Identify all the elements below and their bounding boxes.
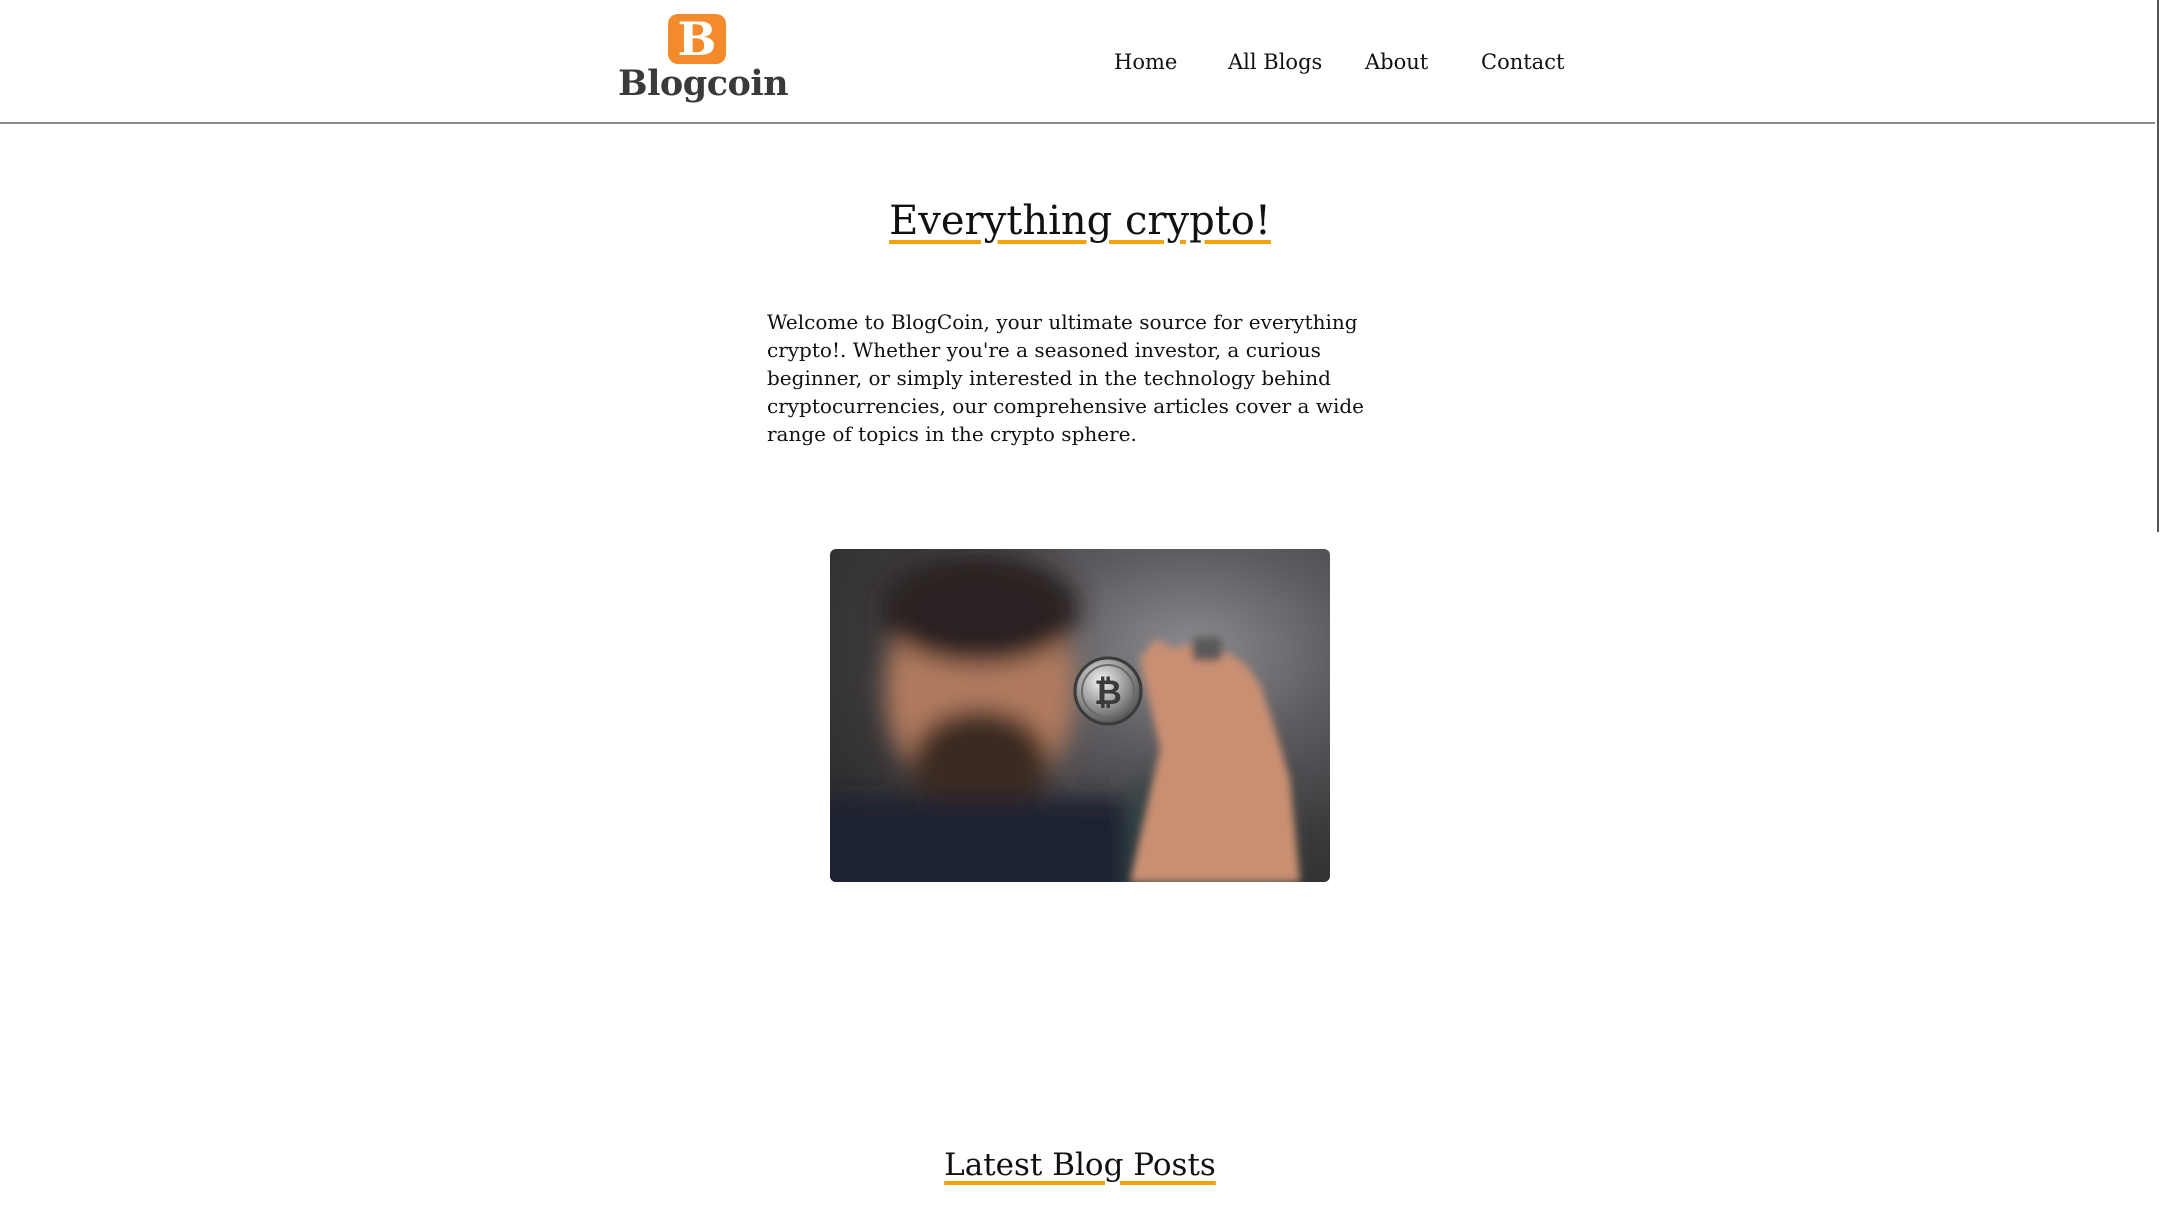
hero-image: ₿ (830, 549, 1330, 882)
scrollbar-thumb[interactable] (2157, 0, 2159, 532)
hero-title: Everything crypto! (0, 192, 2160, 250)
site-header: B Blogcoin Home All Blogs About Contact (0, 0, 2155, 124)
hand (1130, 637, 1300, 882)
logo-wordmark: Blogcoin (618, 63, 789, 104)
intro-paragraph: Welcome to BlogCoin, your ultimate sourc… (767, 310, 1364, 446)
latest-posts-title: Latest Blog Posts (0, 1142, 2160, 1188)
site-logo[interactable]: B Blogcoin (618, 12, 789, 104)
latest-posts-title-text: Latest Blog Posts (944, 1147, 1216, 1183)
bitcoin-photo-illustration: ₿ (830, 554, 1300, 882)
nav-link-about[interactable]: About (1365, 46, 1428, 78)
nav-link-home[interactable]: Home (1114, 46, 1177, 78)
bitcoin-coin-icon: ₿ (1073, 656, 1143, 726)
nav-link-contact[interactable]: Contact (1481, 46, 1564, 78)
logo-b-icon: B (668, 14, 726, 64)
svg-text:₿: ₿ (1094, 673, 1122, 713)
page-scrollbar[interactable] (2155, 0, 2160, 1232)
nav-link-all-blogs[interactable]: All Blogs (1228, 46, 1322, 78)
hero-title-text: Everything crypto! (889, 198, 1271, 244)
